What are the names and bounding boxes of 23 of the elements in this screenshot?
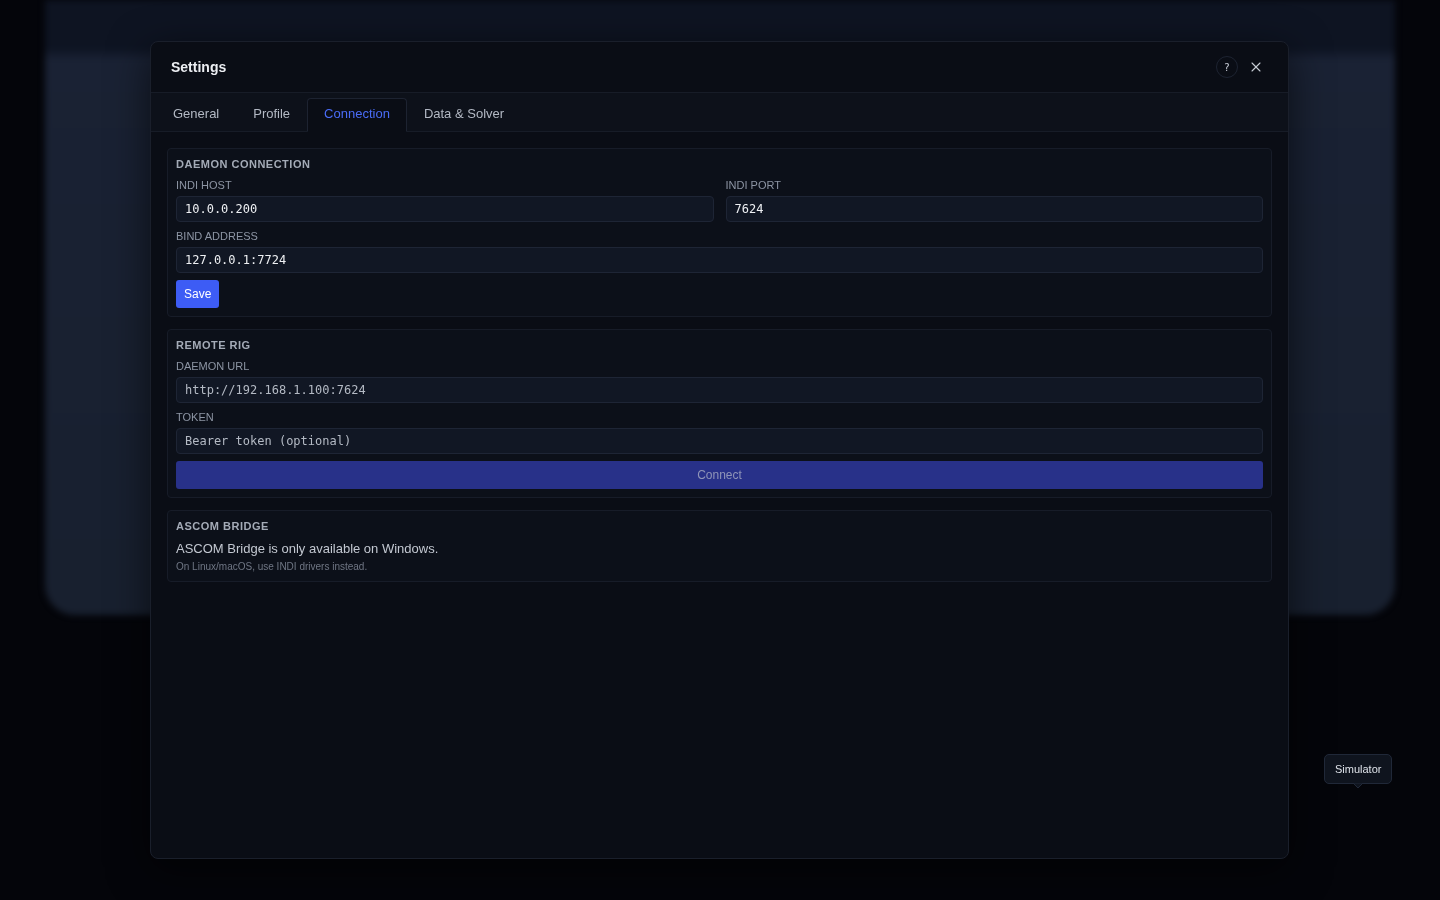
field-label: BIND ADDRESS — [176, 229, 259, 243]
text-field[interactable]: Bearer token (optional) — [176, 428, 1263, 454]
section-title: DAEMON CONNECTION — [176, 157, 312, 171]
section-title: ASCOM BRIDGE — [176, 519, 270, 533]
tab[interactable]: Data & Solver — [406, 98, 522, 132]
tooltip: Simulator — [1324, 754, 1393, 784]
notice-note: On Linux/macOS, use INDI drivers instead. — [176, 560, 369, 573]
text-field[interactable]: 10.0.0.200 — [176, 196, 714, 222]
text-field[interactable]: 7624 — [725, 196, 1263, 222]
save-button[interactable]: Save — [176, 280, 220, 308]
section-title: REMOTE RIG — [176, 338, 252, 352]
field-label: INDI PORT — [725, 178, 782, 192]
text-field[interactable]: 127.0.0.1:7724 — [176, 247, 1263, 273]
field-label: DAEMON URL — [176, 359, 251, 373]
notice-message: ASCOM Bridge is only available on Windows. — [176, 540, 440, 557]
tab[interactable]: General — [156, 98, 237, 132]
dialog-title: Settings — [171, 59, 227, 75]
tab[interactable]: Connection — [307, 98, 407, 132]
field-label: TOKEN — [176, 410, 215, 424]
tab[interactable]: Profile — [236, 98, 308, 132]
tooltip-pointer-icon — [1353, 783, 1364, 788]
field-label: INDI HOST — [176, 178, 233, 192]
text-field[interactable]: http://192.168.1.100:7624 — [176, 377, 1263, 403]
